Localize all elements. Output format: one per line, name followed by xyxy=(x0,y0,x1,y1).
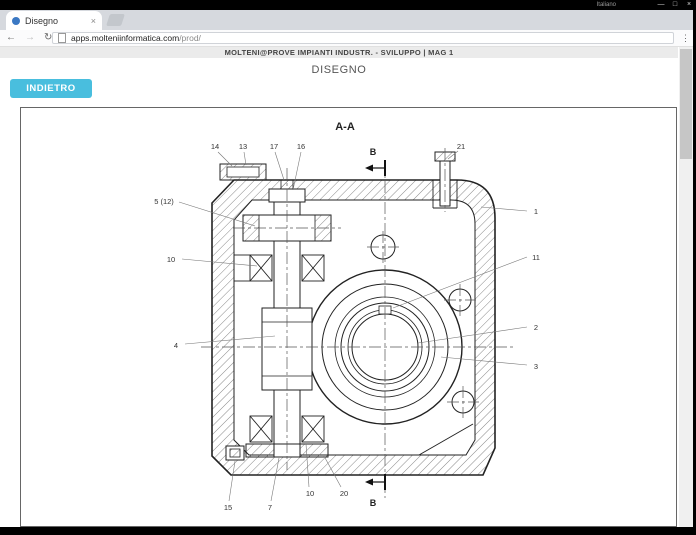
address-bar[interactable]: apps.molteniinformatica.com /prod/ xyxy=(52,32,674,44)
top-cover xyxy=(219,163,267,181)
callout-13: 13 xyxy=(239,142,247,151)
drawing-panel: A-A B B 14 13 17 16 21 1 5 (12) 10 11 4 … xyxy=(20,107,677,527)
callout-14: 14 xyxy=(211,142,219,151)
browser-toolbar: ← → ↻ apps.molteniinformatica.com /prod/… xyxy=(0,30,693,47)
back-icon[interactable]: ← xyxy=(6,30,16,46)
flange-gear-assembly xyxy=(307,234,475,425)
browser-menu-icon[interactable]: ⋮ xyxy=(681,33,690,44)
callout-7: 7 xyxy=(268,503,272,512)
callout-10b: 10 xyxy=(306,489,314,498)
callout-17: 17 xyxy=(270,142,278,151)
view-label: A-A xyxy=(335,121,355,133)
url-path: /prod/ xyxy=(179,33,201,43)
technical-drawing: A-A B B 14 13 17 16 21 1 5 (12) 10 11 4 … xyxy=(154,121,540,512)
forward-icon[interactable]: → xyxy=(25,30,35,46)
callout-2: 2 xyxy=(534,323,538,332)
callout-21: 21 xyxy=(457,142,465,151)
callout-1: 1 xyxy=(534,207,538,216)
app-header-bar: MOLTENI@PROVE IMPIANTI INDUSTR. - SVILUP… xyxy=(0,47,678,58)
new-tab-button[interactable] xyxy=(106,14,125,26)
callout-5: 5 (12) xyxy=(154,197,174,206)
callout-16: 16 xyxy=(297,142,305,151)
window-frame-bottom xyxy=(0,527,696,535)
indietro-button[interactable]: INDIETRO xyxy=(10,79,92,98)
callout-3: 3 xyxy=(534,362,538,371)
callout-10a: 10 xyxy=(167,255,175,264)
page-title: DISEGNO xyxy=(311,64,367,76)
minimize-button[interactable]: — xyxy=(654,0,668,10)
tab-title: Disegno xyxy=(25,15,59,26)
tab-close-icon[interactable]: × xyxy=(91,16,96,26)
browser-window: Italiano — □ × Disegno × ← → ↻ apps.molt… xyxy=(0,0,696,535)
language-label: Italiano xyxy=(596,2,616,8)
maximize-button[interactable]: □ xyxy=(668,0,682,10)
callout-15: 15 xyxy=(224,503,232,512)
section-label-top: B xyxy=(370,147,377,157)
section-label-bottom: B xyxy=(370,498,377,508)
window-titlebar: Italiano — □ × xyxy=(0,0,696,10)
scrollbar-thumb[interactable] xyxy=(680,49,692,159)
tab-favicon-icon xyxy=(12,16,20,25)
callout-20: 20 xyxy=(340,489,348,498)
tab-strip: Disegno × xyxy=(0,10,693,30)
tab-disegno[interactable]: Disegno × xyxy=(6,11,102,30)
page-document-icon xyxy=(58,33,66,43)
callout-4: 4 xyxy=(174,341,178,350)
callout-11: 11 xyxy=(532,253,540,262)
vertical-scrollbar[interactable] xyxy=(679,47,693,527)
url-host: apps.molteniinformatica.com xyxy=(71,33,180,43)
